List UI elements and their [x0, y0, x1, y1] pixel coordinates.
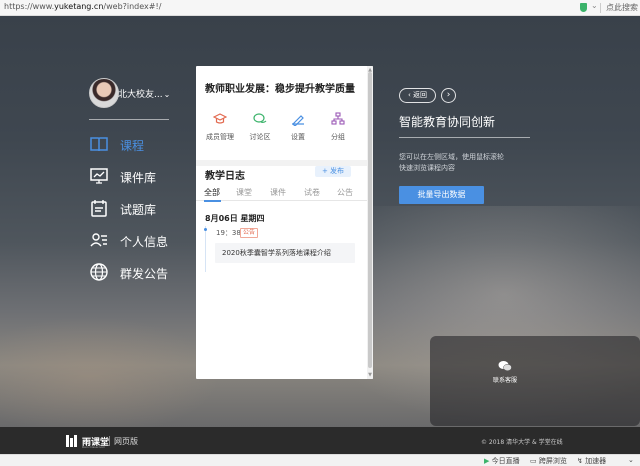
scroll-down-icon[interactable]: ▼: [368, 372, 372, 378]
play-icon: ▶: [484, 457, 490, 465]
screen-icon: ▭: [530, 457, 537, 465]
nav-label: 试题库: [120, 203, 157, 217]
course-toolbar: 成员管理 讨论区 设置 分组: [196, 112, 367, 162]
log-date: 8月06日 星期四: [205, 214, 265, 223]
hero-title: 智能教育协同创新: [399, 115, 496, 129]
graduation-cap-icon: [213, 113, 227, 124]
panel-scrollbar[interactable]: [367, 66, 373, 379]
tool-settings[interactable]: 设置: [277, 112, 319, 142]
footer: 雨课堂 Rain Classroom 网页版 © 2018 清华大学 & 学堂在…: [0, 427, 640, 454]
nav-label: 个人信息: [120, 235, 169, 249]
accelerator[interactable]: ↯ 加速器: [577, 456, 606, 466]
logo-divider: [109, 436, 110, 446]
chevron-down-icon[interactable]: ⌄: [628, 456, 634, 464]
contact-service[interactable]: 联系客服: [491, 360, 519, 384]
username[interactable]: 北大校友...⌄: [118, 87, 170, 100]
tool-discussion[interactable]: 讨论区: [239, 112, 281, 142]
book-icon: [90, 137, 108, 152]
teaching-log-title: 教学日志: [205, 171, 245, 182]
search-link[interactable]: 点此搜索: [606, 2, 638, 13]
log-entry-card[interactable]: 2020秋季囊智学系列落地课程介绍: [215, 243, 355, 263]
tool-label: 设置: [291, 133, 305, 141]
nav-label: 课程: [120, 139, 145, 153]
username-text: 北大校友...: [118, 90, 163, 100]
id-card-icon: [90, 233, 107, 247]
tool-label: 讨论区: [249, 133, 271, 141]
tab-exam[interactable]: 试卷: [304, 187, 320, 198]
url-suffix: /web?index#!/: [103, 2, 162, 11]
course-title: 教师职业发展：稳步提升教学质量: [205, 84, 355, 95]
back-label: 返回: [413, 91, 428, 99]
wechat-icon: [498, 361, 512, 371]
calendar-icon: [91, 200, 107, 217]
background-keyboard: [430, 336, 640, 426]
web-version-label: 网页版: [114, 437, 138, 446]
tool-member-manage[interactable]: 成员管理: [199, 112, 241, 142]
hero-divider: [399, 137, 530, 138]
tab-announcement[interactable]: 公告: [337, 187, 353, 198]
url-prefix: https://www.: [4, 2, 55, 11]
tool-label: 分组: [331, 133, 345, 141]
chat-bubble-icon: [253, 113, 267, 123]
url-text[interactable]: https://www.yuketang.cn/web?index#!/: [4, 2, 161, 11]
pencil-ruler-icon: [292, 115, 304, 126]
lightning-icon: ↯: [577, 457, 583, 465]
tool-label: 成员管理: [206, 133, 234, 141]
hero-description-line: 您可以在左侧区域，使用鼠标滚轮: [399, 153, 504, 161]
live-label: 今日直播: [491, 457, 520, 465]
copyright: © 2018 清华大学 & 学堂在线: [481, 439, 563, 446]
url-domain: yuketang.cn: [54, 2, 104, 11]
background-desk: [0, 316, 220, 427]
chevron-down-icon: ⌄: [163, 90, 171, 99]
cross-screen[interactable]: ▭ 跨屏浏览: [530, 456, 567, 466]
announcement-tag: 公告: [240, 228, 259, 238]
tab-courseware[interactable]: 课件: [270, 187, 286, 198]
shield-icon[interactable]: [580, 3, 587, 12]
presentation-icon: [90, 168, 108, 184]
active-tab-indicator: [204, 200, 221, 202]
back-button[interactable]: ‹ 返回: [399, 88, 436, 103]
log-time: 19：38: [216, 229, 241, 237]
live-today[interactable]: ▶ 今日直播: [484, 456, 520, 466]
globe-icon: [90, 263, 108, 281]
scrollbar-thumb[interactable]: [368, 72, 372, 368]
nav-label: 课件库: [120, 171, 157, 185]
scroll-up-icon[interactable]: ▲: [368, 67, 372, 73]
contact-service-label: 联系客服: [492, 377, 517, 384]
batch-export-button[interactable]: 批量导出数据: [399, 186, 484, 204]
rain-classroom-logo-icon: [66, 435, 77, 447]
tool-group[interactable]: 分组: [317, 112, 359, 142]
hero-description: 您可以在左侧区域，使用鼠标滚轮 快速浏览课程内容: [399, 152, 504, 174]
avatar[interactable]: [89, 78, 119, 108]
nav-label: 群发公告: [120, 267, 169, 281]
log-entry-text: 2020秋季囊智学系列落地课程介绍: [222, 249, 331, 257]
divider: [600, 3, 601, 13]
next-button[interactable]: ›: [441, 88, 456, 103]
logo-subtext: Rain Classroom: [82, 445, 106, 449]
tab-all[interactable]: 全部: [204, 187, 220, 198]
nav-divider: [89, 119, 169, 120]
timeline-dot: [204, 228, 207, 231]
tab-classroom[interactable]: 课堂: [236, 187, 252, 198]
accel-label: 加速器: [585, 457, 607, 465]
address-bar[interactable]: https://www.yuketang.cn/web?index#!/ ⌄ 点…: [0, 0, 640, 16]
timeline-line: [205, 226, 206, 272]
group-tree-icon: [331, 112, 345, 125]
hero-description-line: 快速浏览课程内容: [399, 164, 455, 172]
browser-status-bar: ▶ 今日直播 ▭ 跨屏浏览 ↯ 加速器 ⌄: [0, 454, 640, 466]
course-panel[interactable]: 教师职业发展：稳步提升教学质量 成员管理 讨论区 设置 分组 教学日志 + 发布…: [196, 66, 373, 379]
cross-label: 跨屏浏览: [538, 457, 567, 465]
log-tabs: 全部 课堂 课件 试卷 公告: [196, 187, 367, 202]
publish-button[interactable]: + 发布: [315, 166, 351, 177]
chevron-down-icon[interactable]: ⌄: [591, 1, 598, 10]
